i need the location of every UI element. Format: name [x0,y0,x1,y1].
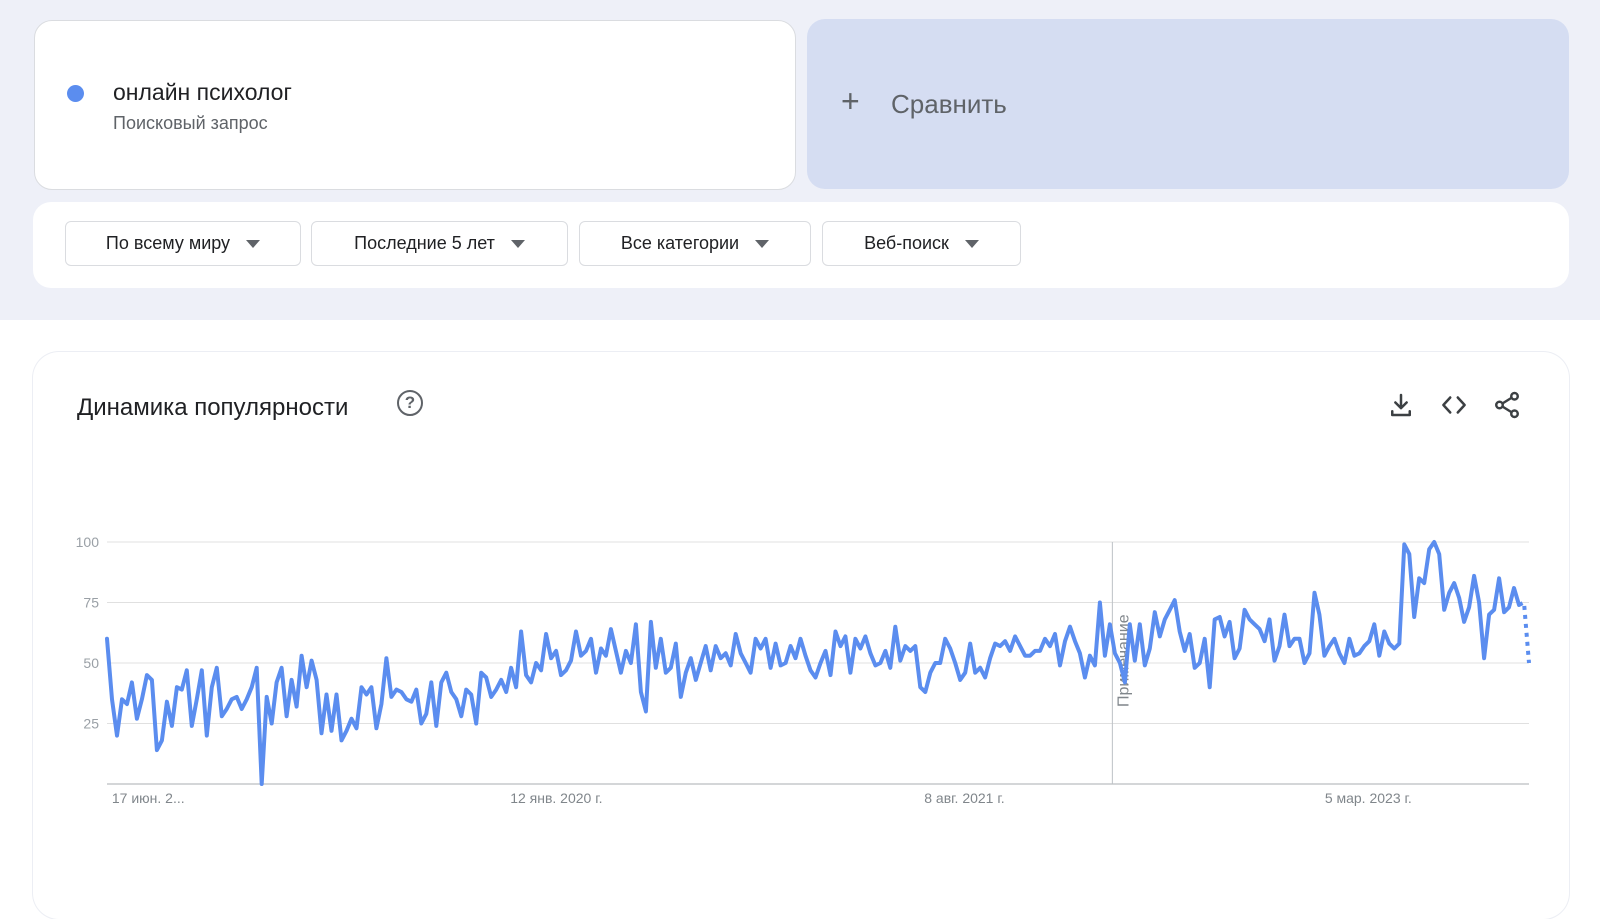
trend-line-chart: 25 50 75 100 17 июн. 2... 12 янв. 2020 г. 8 ав… [76,534,1531,806]
compare-label: Сравнить [891,89,1007,119]
y-tick-label: 100 [76,534,100,550]
filter-region-label: По всему миру [105,233,231,253]
search-term-name[interactable]: онлайн психолог [113,79,292,106]
search-term-type: Поисковый запрос [113,113,268,133]
caret-down-icon [246,239,261,248]
filter-search-type-label: Веб-поиск [864,233,949,253]
search-term-card[interactable]: онлайн психолог Поисковый запрос [34,20,796,190]
series-line-partial [1518,599,1531,664]
filter-period-dropdown[interactable]: Последние 5 лет [311,221,568,266]
x-tick-label: 8 авг. 2021 г. [924,790,1004,806]
filters-bar: По всему миру Последние 5 лет Все катего… [33,202,1569,288]
x-tick-label: 17 июн. 2... [112,790,185,806]
series-color-dot [67,85,84,102]
y-tick-label: 25 [83,716,99,732]
interest-over-time-card: Динамика популярности ? 25 50 75 100 17 июн.… [33,352,1569,919]
filter-region-dropdown[interactable]: По всему миру [65,221,301,266]
plus-icon: + [841,83,860,119]
filter-category-dropdown[interactable]: Все категории [579,221,811,266]
x-tick-label: 5 мар. 2023 г. [1325,790,1412,806]
x-tick-label: 12 янв. 2020 г. [510,790,602,806]
filter-period-label: Последние 5 лет [354,233,495,253]
filter-search-type-dropdown[interactable]: Веб-поиск [822,221,1021,266]
y-tick-label: 75 [83,595,99,611]
caret-down-icon [755,239,770,248]
filter-category-label: Все категории [620,233,740,253]
caret-down-icon [510,239,525,248]
compare-button[interactable]: + Сравнить [807,19,1569,189]
caret-down-icon [964,239,979,248]
y-tick-label: 50 [83,655,99,671]
